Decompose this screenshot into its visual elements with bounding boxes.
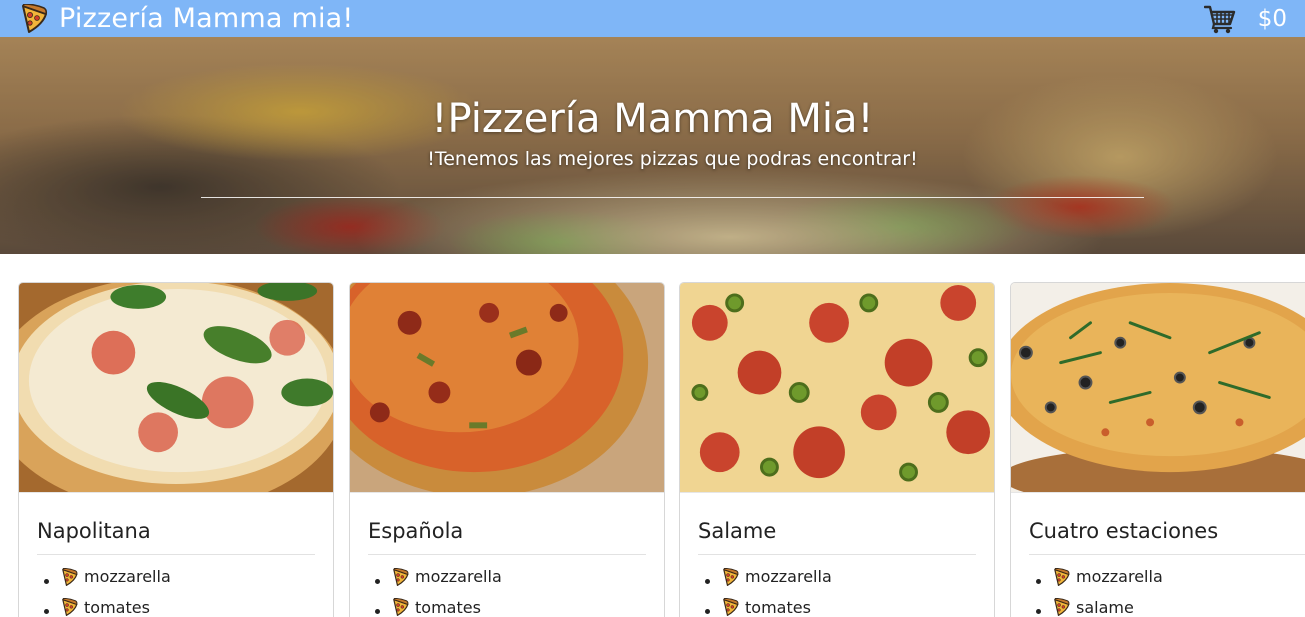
pizza-card-espanola: Española mozzarella tomates xyxy=(349,282,665,617)
pizza-slice-icon xyxy=(722,598,739,617)
ingredient-label: salame xyxy=(1076,597,1134,617)
pizza-slice-icon xyxy=(61,568,78,587)
hero-subtitle: !Tenemos las mejores pizzas que podras e… xyxy=(427,148,918,170)
ingredient-list: mozzarella tomates xyxy=(61,564,171,617)
pizza-image xyxy=(19,283,333,493)
pizza-name: Napolitana xyxy=(37,519,151,543)
pizza-slice-icon xyxy=(392,568,409,587)
pizza-card-salame: Salame mozzarella tomates xyxy=(679,282,995,617)
ingredient-label: mozzarella xyxy=(1076,567,1163,586)
ingredient-label: tomates xyxy=(745,597,811,617)
card-divider xyxy=(368,554,646,555)
pizza-image xyxy=(680,283,994,493)
list-item: mozzarella xyxy=(722,564,832,595)
brand-title[interactable]: Pizzería Mamma mia! xyxy=(59,0,353,37)
pizza-slice-icon xyxy=(1053,598,1070,617)
pizza-card-cuatro-estaciones: Cuatro estaciones mozzarella salame xyxy=(1010,282,1305,617)
ingredient-list: mozzarella salame xyxy=(1053,564,1163,617)
list-item: tomates xyxy=(722,595,832,617)
list-item: mozzarella xyxy=(1053,564,1163,595)
list-item: mozzarella xyxy=(61,564,171,595)
card-divider xyxy=(37,554,315,555)
pizza-slice-icon xyxy=(20,4,48,34)
ingredient-label: mozzarella xyxy=(84,567,171,586)
pizza-name: Salame xyxy=(698,519,777,543)
hero-title: !Pizzería Mamma Mia! xyxy=(431,96,874,142)
ingredient-label: tomates xyxy=(415,597,481,617)
ingredient-label: mozzarella xyxy=(415,567,502,586)
card-divider xyxy=(1029,554,1305,555)
pizza-slice-icon xyxy=(722,568,739,587)
shopping-cart-icon[interactable] xyxy=(1203,4,1236,34)
pizza-slice-icon xyxy=(61,598,78,617)
pizza-card-napolitana: Napolitana mozzarella tomates xyxy=(18,282,334,617)
pizza-image xyxy=(350,283,664,493)
hero-divider xyxy=(201,197,1144,198)
pizza-slice-icon xyxy=(1053,568,1070,587)
navbar: Pizzería Mamma mia! $0 xyxy=(0,0,1305,37)
card-divider xyxy=(698,554,976,555)
hero-banner: !Pizzería Mamma Mia! !Tenemos las mejore… xyxy=(0,37,1305,254)
pizza-name: Cuatro estaciones xyxy=(1029,519,1219,543)
cart-total[interactable]: $0 xyxy=(1258,6,1287,32)
pizza-slice-icon xyxy=(392,598,409,617)
ingredient-list: mozzarella tomates xyxy=(392,564,502,617)
brand-link[interactable]: Pizzería Mamma mia! xyxy=(20,0,353,37)
hero-image-overlay xyxy=(0,37,1305,254)
list-item: mozzarella xyxy=(392,564,502,595)
list-item: salame xyxy=(1053,595,1163,617)
ingredient-label: mozzarella xyxy=(745,567,832,586)
pizza-name: Española xyxy=(368,519,464,543)
pizza-image xyxy=(1011,283,1305,493)
list-item: tomates xyxy=(61,595,171,617)
ingredient-list: mozzarella tomates xyxy=(722,564,832,617)
list-item: tomates xyxy=(392,595,502,617)
ingredient-label: tomates xyxy=(84,597,150,617)
cart-area: $0 xyxy=(1203,0,1287,37)
